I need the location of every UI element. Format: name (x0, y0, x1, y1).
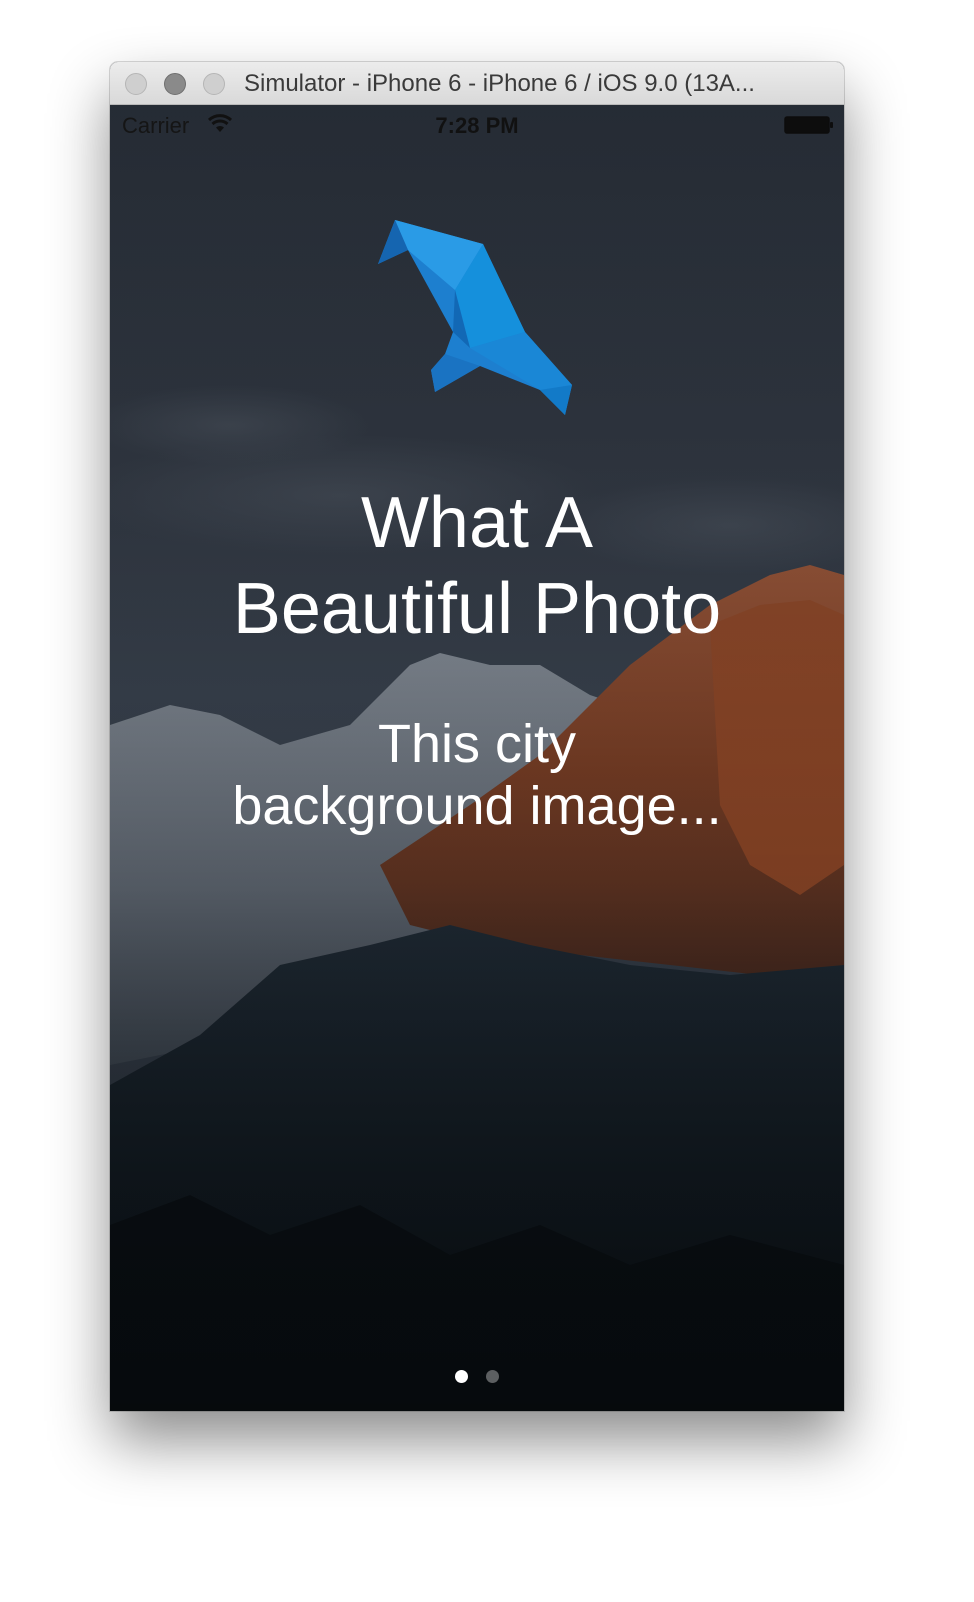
page-dot-1[interactable] (455, 1370, 468, 1383)
device-screen[interactable]: Carrier 7:28 PM What A Beautiful Photo T… (110, 105, 844, 1411)
page-dot-2[interactable] (486, 1370, 499, 1383)
window-title: Simulator - iPhone 6 - iPhone 6 / iOS 9.… (244, 70, 755, 97)
onboarding-subtitle: This city background image... (110, 713, 844, 837)
subtitle-line-2: background image... (232, 776, 722, 836)
simulator-window: Simulator - iPhone 6 - iPhone 6 / iOS 9.… (110, 62, 844, 1411)
bird-logo-icon (378, 220, 572, 415)
minimize-window-button[interactable] (164, 73, 186, 95)
status-bar: Carrier 7:28 PM (110, 105, 844, 145)
headline-line-2: Beautiful Photo (232, 569, 722, 649)
page-control[interactable] (110, 1370, 844, 1386)
onboarding-headline: What A Beautiful Photo (110, 480, 844, 652)
close-window-button[interactable] (125, 73, 147, 95)
window-titlebar[interactable]: Simulator - iPhone 6 - iPhone 6 / iOS 9.… (110, 62, 844, 105)
battery-icon (784, 116, 833, 134)
subtitle-line-1: This city (377, 714, 577, 774)
headline-line-1: What A (360, 483, 594, 563)
zoom-window-button[interactable] (203, 73, 225, 95)
status-time: 7:28 PM (435, 113, 519, 138)
